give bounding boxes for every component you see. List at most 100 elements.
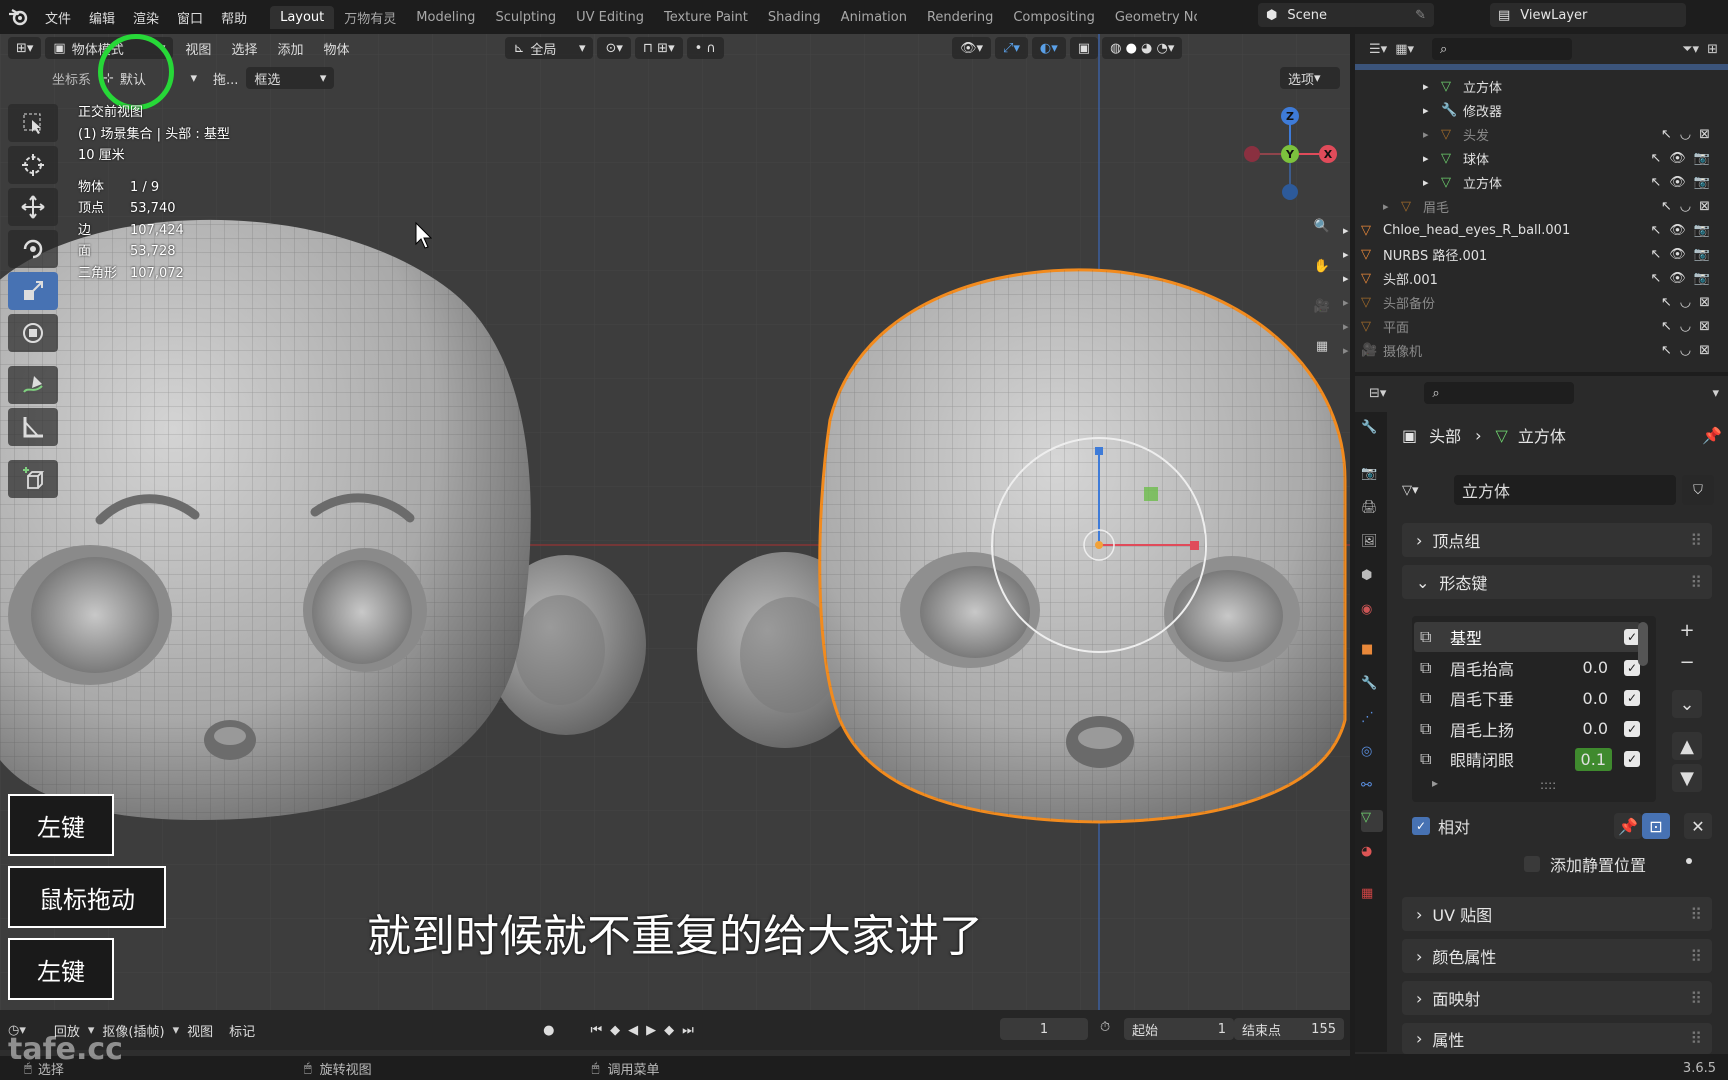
tool-tab-icon[interactable]: 🔧 — [1361, 420, 1383, 442]
wireframe-shading-icon[interactable]: ◍ — [1110, 41, 1121, 56]
outliner-visibility-icons[interactable]: ↖◡⊠ — [1661, 295, 1718, 310]
drag-handle-icon[interactable]: ⠿ — [1690, 947, 1702, 966]
specials-menu-icon[interactable]: ⌄ — [1672, 690, 1702, 718]
outliner-visibility-icons[interactable]: ↖◡⊠ — [1661, 343, 1718, 358]
data-tab-icon[interactable]: ▽ — [1361, 810, 1383, 832]
shape-key-row[interactable]: ⧉ 眉毛抬高 0.0 ✓ — [1420, 654, 1640, 682]
drag-handle-icon[interactable]: ⠿ — [1690, 905, 1702, 924]
scene-tab-icon[interactable]: ⬢ — [1361, 568, 1383, 590]
viewlayer-selector[interactable]: ▤ ViewLayer — [1490, 3, 1686, 27]
expand-arrow-icon[interactable]: ▸ — [1423, 104, 1441, 117]
tab-modeling[interactable]: Modeling — [406, 6, 485, 29]
tab-uv-editing[interactable]: UV Editing — [566, 6, 654, 29]
outliner-visibility-icons[interactable]: ↖👁📷 — [1650, 151, 1718, 166]
list-resize-handle[interactable]: :::: — [1540, 778, 1556, 792]
solid-shading-icon[interactable]: ● — [1126, 41, 1137, 56]
blender-logo-icon[interactable] — [0, 0, 36, 34]
shape-key-value[interactable]: 0.0 — [1579, 658, 1612, 677]
editor-type-button[interactable]: ⊞▾ — [8, 37, 42, 59]
list-scrollbar[interactable] — [1638, 622, 1648, 666]
overlay-toggle[interactable]: ◐▾ — [1031, 37, 1066, 59]
outliner-editor-icon[interactable]: ☰▾ — [1369, 42, 1387, 57]
tab-layout[interactable]: Layout — [270, 5, 335, 29]
stopwatch-icon[interactable]: ⏱ — [1100, 1020, 1110, 1035]
outliner-visibility-icons[interactable]: ↖◡⊠ — [1661, 127, 1718, 142]
outliner-row[interactable]: ▸ ▽ 球体 ↖👁📷 — [1355, 146, 1728, 170]
shape-key-row[interactable]: ⧉ 眉毛下垂 0.0 ✓ — [1420, 684, 1640, 712]
expand-arrow-icon[interactable]: ▸ — [1343, 248, 1361, 261]
expand-arrow-icon[interactable]: ▸ — [1343, 320, 1361, 333]
menu-select[interactable]: 选择 — [223, 39, 265, 58]
visibility-button[interactable]: 👁▾ — [951, 37, 991, 59]
end-frame-field[interactable]: 结束点 155 — [1234, 1018, 1344, 1040]
tab-wanwu[interactable]: 万物有灵 — [334, 4, 406, 31]
physics-tab-icon[interactable]: ◎ — [1361, 744, 1383, 766]
expand-arrow-icon[interactable]: ▸ — [1423, 152, 1441, 165]
shape-key-mute-checkbox[interactable]: ✓ — [1624, 720, 1640, 737]
scene-selector[interactable]: ⬢ Scene ✎ — [1258, 3, 1434, 27]
proportional-button[interactable]: • ∩ — [686, 37, 724, 59]
view-layer-tab-icon[interactable]: 🖼 — [1361, 534, 1383, 556]
outliner-visibility-icons[interactable]: ↖👁📷 — [1650, 175, 1718, 190]
pin-shape-icon[interactable]: 📌 — [1614, 813, 1642, 839]
pan-hand-icon[interactable]: ✋ — [1306, 250, 1338, 282]
rotate-tool[interactable] — [8, 230, 58, 268]
menu-file[interactable]: 文件 — [36, 8, 80, 27]
expand-arrow-icon[interactable]: ▸ — [1423, 176, 1441, 189]
outliner-row[interactable]: ▸ ▽ Chloe_head_eyes_R_ball.001 ↖👁📷 — [1343, 218, 1728, 242]
grid-icon[interactable]: ▦ — [1306, 330, 1338, 362]
tab-rendering[interactable]: Rendering — [917, 6, 1003, 29]
render-tab-icon[interactable]: 📷 — [1361, 466, 1383, 488]
shape-key-mute-checkbox[interactable]: ✓ — [1624, 751, 1640, 767]
outliner-row[interactable]: ▸ ▽ 立方体 ↖👁📷 — [1355, 170, 1728, 194]
transform-tool[interactable] — [8, 314, 58, 352]
particles-tab-icon[interactable]: ⋰ — [1361, 710, 1383, 732]
edit-mode-shape-icon[interactable]: ⊡ — [1642, 813, 1670, 839]
tab-geometry-nodes[interactable]: Geometry Nod — [1105, 6, 1197, 29]
measure-tool[interactable] — [8, 408, 58, 446]
outliner-row[interactable]: ▸ ▽ 立方体 — [1355, 74, 1728, 98]
relative-checkbox[interactable]: ✓ — [1412, 817, 1430, 835]
outliner-row[interactable]: ▸ 🔧 修改器 — [1355, 98, 1728, 122]
playback-controls[interactable]: ⏮◆◀▶◆⏭ — [590, 1023, 701, 1038]
shape-key-mute-checkbox[interactable]: ✓ — [1624, 690, 1640, 706]
material-tab-icon[interactable]: ◕ — [1361, 844, 1383, 866]
pin-icon[interactable]: ✎ — [1415, 8, 1426, 23]
shape-key-value[interactable]: 0.1 — [1574, 747, 1612, 771]
timeline-view-menu[interactable]: 视图 — [179, 1021, 221, 1040]
record-icon[interactable]: ● — [543, 1023, 554, 1038]
outliner-visibility-icons[interactable]: ↖◡⊠ — [1661, 319, 1718, 334]
panel-attributes[interactable]: › 属性 ⠿ — [1402, 1023, 1712, 1054]
outliner-visibility-icons[interactable]: ↖👁📷 — [1650, 271, 1718, 286]
drag-handle-icon[interactable]: ⠿ — [1690, 531, 1702, 550]
mesh-browse-icon[interactable]: ▽▾ — [1402, 483, 1448, 498]
chevron-down-icon[interactable]: ▾ — [1712, 386, 1719, 401]
add-shape-key-icon[interactable]: + — [1672, 616, 1702, 644]
panel-face-maps[interactable]: › 面映射 ⠿ — [1402, 981, 1712, 1015]
expand-arrow-icon[interactable]: ▸ — [1423, 80, 1441, 93]
expand-arrow-icon[interactable]: ▸ — [1343, 272, 1361, 285]
filter-icon[interactable]: ⏷▾ — [1682, 42, 1699, 57]
rendered-shading-icon[interactable]: ◔ — [1157, 41, 1168, 56]
tab-shading[interactable]: Shading — [758, 6, 831, 29]
outliner-visibility-icons[interactable]: ↖👁📷 — [1650, 247, 1718, 262]
xray-toggle[interactable]: ▣ — [1069, 37, 1099, 59]
panel-color-attributes[interactable]: › 颜色属性 ⠿ — [1402, 939, 1712, 973]
expand-arrow-icon[interactable]: ▸ — [1343, 344, 1361, 357]
panel-vertex-groups[interactable]: › 顶点组 ⠿ — [1402, 523, 1712, 557]
drag-handle-icon[interactable]: ⠿ — [1690, 989, 1702, 1008]
outliner-row[interactable]: ▸ 🎥 摄像机 ↖◡⊠ — [1343, 338, 1728, 362]
move-down-icon[interactable]: ▼ — [1672, 764, 1702, 792]
display-mode-icon[interactable]: ▦▾ — [1395, 42, 1414, 57]
tab-texture-paint[interactable]: Texture Paint — [654, 6, 758, 29]
zoom-icon[interactable]: 🔍 — [1306, 210, 1338, 242]
start-frame-field[interactable]: 起始 1 — [1124, 1018, 1234, 1040]
outliner-search[interactable]: ⌕ — [1432, 38, 1572, 60]
menu-help[interactable]: 帮助 — [212, 8, 256, 27]
outliner-row[interactable]: ▸ ▽ 平面 ↖◡⊠ — [1343, 314, 1728, 338]
keyframe-dot-icon[interactable] — [1686, 858, 1692, 864]
data-name-field[interactable]: 立方体 — [1454, 475, 1676, 505]
expand-arrow-icon[interactable]: ▸ — [1423, 128, 1441, 141]
shape-key-value[interactable]: 0.0 — [1579, 689, 1612, 708]
menu-object[interactable]: 物体 — [315, 39, 357, 58]
